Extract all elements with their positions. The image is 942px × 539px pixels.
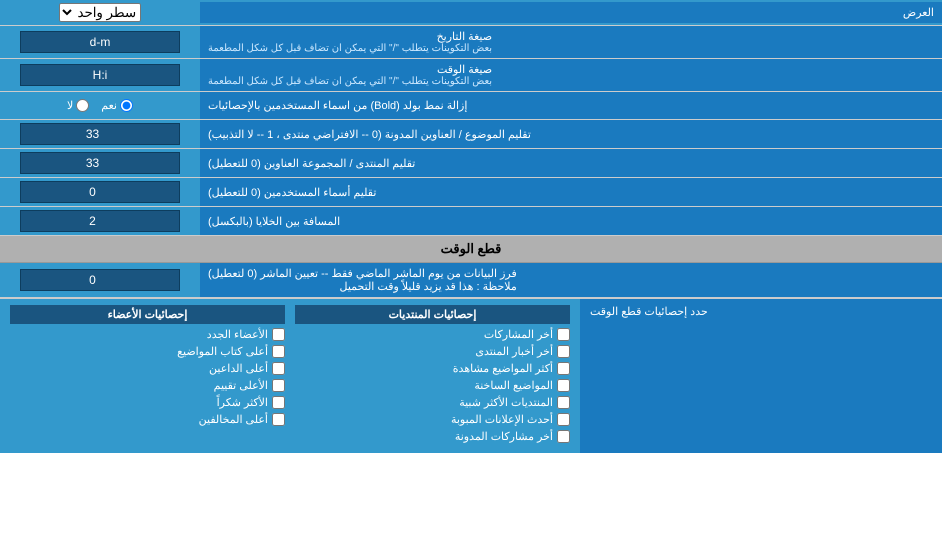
topic-titles-label: تقليم الموضوع / العناوين المدونة (0 -- ا… [200, 120, 942, 148]
header-label: العرض [200, 2, 942, 23]
cell-spacing-input-wrapper [0, 207, 200, 235]
date-format-row: صيغة التاريخ بعض التكوينات يتطلب "/" الت… [0, 26, 942, 59]
stat-forum-2: أخر أخبار المنتدى [295, 345, 570, 358]
forum-titles-label: تقليم المنتدى / المجموعة العناوين (0 للت… [200, 149, 942, 177]
topic-titles-row: تقليم الموضوع / العناوين المدونة (0 -- ا… [0, 120, 942, 149]
usernames-trim-label: تقليم أسماء المستخدمين (0 للتعطيل) [200, 178, 942, 206]
stat-member-2-checkbox[interactable] [272, 345, 285, 358]
forum-titles-row: تقليم المنتدى / المجموعة العناوين (0 للت… [0, 149, 942, 178]
bold-remove-label: إزالة نمط بولد (Bold) من اسماء المستخدمي… [200, 92, 942, 119]
bold-yes-label: نعم [101, 99, 133, 112]
stats-col-members: إحصائيات الأعضاء الأعضاء الجدد أعلى كتاب… [10, 305, 285, 447]
stat-member-3-checkbox[interactable] [272, 362, 285, 375]
date-format-label: صيغة التاريخ بعض التكوينات يتطلب "/" الت… [200, 26, 942, 58]
bold-no-label: لا [67, 99, 89, 112]
stat-forum-6: أحدث الإعلانات المبوبة [295, 413, 570, 426]
usernames-trim-row: تقليم أسماء المستخدمين (0 للتعطيل) [0, 178, 942, 207]
forum-titles-input[interactable] [20, 152, 180, 174]
stat-forum-3-checkbox[interactable] [557, 362, 570, 375]
col1-header: إحصائيات المنتديات [295, 305, 570, 324]
cutoff-label: فرز البيانات من يوم الماشر الماضي فقط --… [200, 263, 942, 297]
col2-header: إحصائيات الأعضاء [10, 305, 285, 324]
time-format-input[interactable] [20, 64, 180, 86]
stat-member-6: أعلى المخالفين [10, 413, 285, 426]
stat-member-4: الأعلى تقييم [10, 379, 285, 392]
cell-spacing-label: المسافة بين الخلايا (بالبكسل) [200, 207, 942, 235]
header-select-wrapper: سطر واحدسطرينثلاثة أسطر [0, 0, 200, 25]
bold-radio-group: نعم لا [59, 95, 141, 116]
cutoff-input-wrapper [0, 263, 200, 297]
topic-titles-input[interactable] [20, 123, 180, 145]
stat-forum-1: أخر المشاركات [295, 328, 570, 341]
main-container: العرض سطر واحدسطرينثلاثة أسطر صيغة التار… [0, 0, 942, 453]
cutoff-row: فرز البيانات من يوم الماشر الماضي فقط --… [0, 263, 942, 298]
cutoff-header: قطع الوقت [0, 236, 942, 263]
forum-titles-input-wrapper [0, 149, 200, 177]
topic-titles-input-wrapper [0, 120, 200, 148]
stat-forum-7: أخر مشاركات المدونة [295, 430, 570, 443]
stat-forum-6-checkbox[interactable] [557, 413, 570, 426]
stat-member-4-checkbox[interactable] [272, 379, 285, 392]
stat-member-1-checkbox[interactable] [272, 328, 285, 341]
stats-label: حدد إحصائيات قطع الوقت [580, 299, 942, 453]
bold-remove-input-wrapper: نعم لا [0, 92, 200, 119]
stat-member-2: أعلى كتاب المواضيع [10, 345, 285, 358]
bold-remove-row: إزالة نمط بولد (Bold) من اسماء المستخدمي… [0, 92, 942, 120]
time-format-input-wrapper [0, 59, 200, 91]
stat-forum-4-checkbox[interactable] [557, 379, 570, 392]
stat-forum-2-checkbox[interactable] [557, 345, 570, 358]
stat-forum-3: أكثر المواضيع مشاهدة [295, 362, 570, 375]
stat-member-5-checkbox[interactable] [272, 396, 285, 409]
stat-member-3: أعلى الداعين [10, 362, 285, 375]
stat-forum-7-checkbox[interactable] [557, 430, 570, 443]
display-select[interactable]: سطر واحدسطرينثلاثة أسطر [59, 3, 141, 22]
bold-yes-radio[interactable] [120, 99, 133, 112]
stat-forum-1-checkbox[interactable] [557, 328, 570, 341]
stats-col-forums: إحصائيات المنتديات أخر المشاركات أخر أخب… [295, 305, 570, 447]
cell-spacing-row: المسافة بين الخلايا (بالبكسل) [0, 207, 942, 236]
stat-member-6-checkbox[interactable] [272, 413, 285, 426]
stats-section: حدد إحصائيات قطع الوقت إحصائيات المنتديا… [0, 298, 942, 453]
cell-spacing-input[interactable] [20, 210, 180, 232]
time-format-label: صيغة الوقت بعض التكوينات يتطلب "/" التي … [200, 59, 942, 91]
cutoff-input[interactable] [20, 269, 180, 291]
header-row: العرض سطر واحدسطرينثلاثة أسطر [0, 0, 942, 26]
stat-forum-5-checkbox[interactable] [557, 396, 570, 409]
stat-member-1: الأعضاء الجدد [10, 328, 285, 341]
stats-checkboxes-area: إحصائيات المنتديات أخر المشاركات أخر أخب… [0, 299, 580, 453]
time-format-row: صيغة الوقت بعض التكوينات يتطلب "/" التي … [0, 59, 942, 92]
usernames-trim-input[interactable] [20, 181, 180, 203]
usernames-trim-input-wrapper [0, 178, 200, 206]
stat-member-5: الأكثر شكراً [10, 396, 285, 409]
bold-no-radio[interactable] [76, 99, 89, 112]
stat-forum-5: المنتديات الأكثر شبية [295, 396, 570, 409]
date-format-input-wrapper [0, 26, 200, 58]
stat-forum-4: المواضيع الساخنة [295, 379, 570, 392]
date-format-input[interactable] [20, 31, 180, 53]
